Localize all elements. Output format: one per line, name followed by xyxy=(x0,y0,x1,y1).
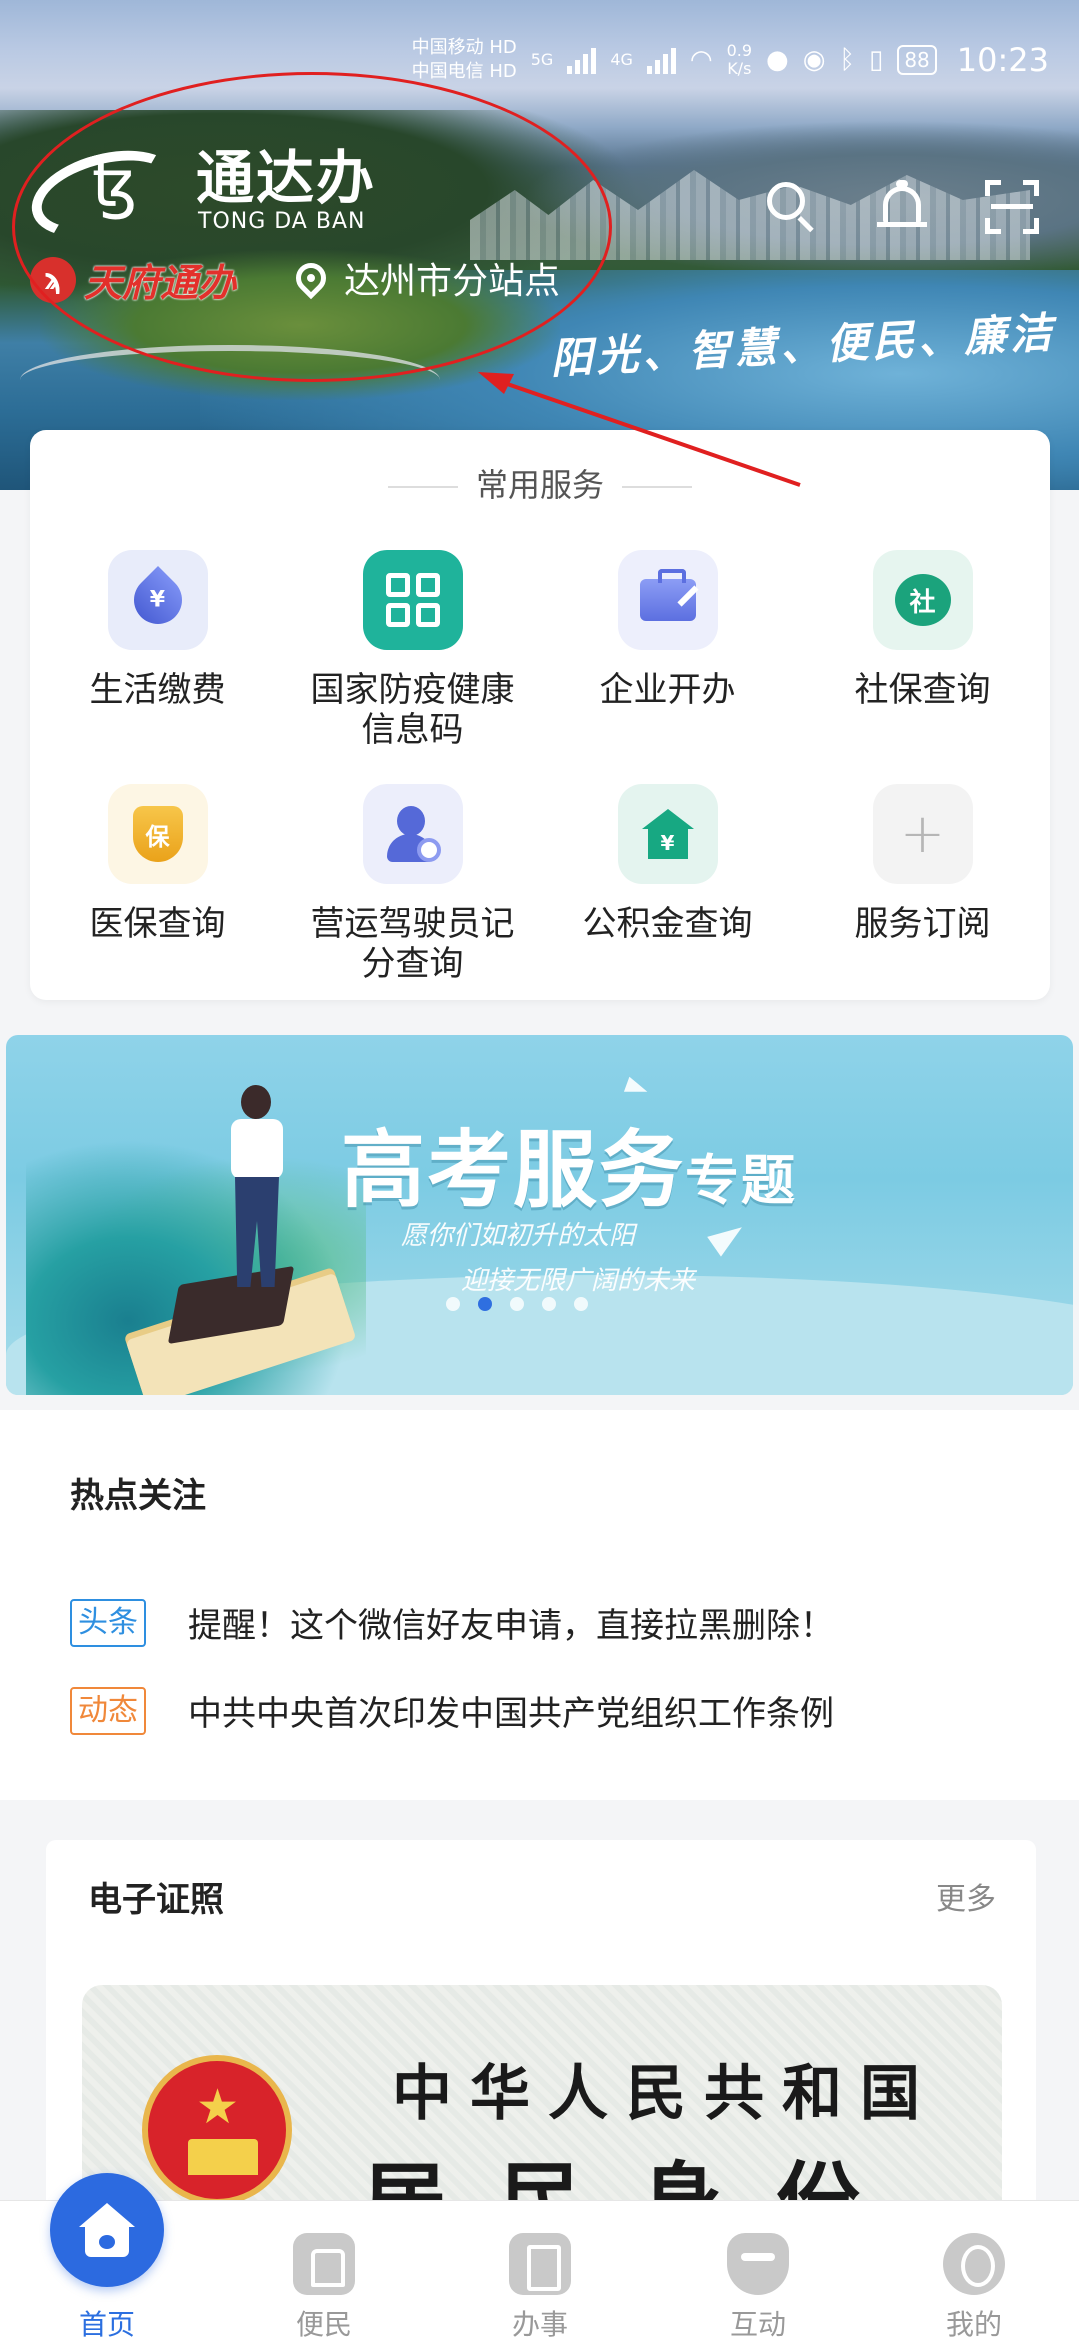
update-tag: 动态 xyxy=(70,1686,146,1735)
e-certificate-section: 电子证照 更多 ★ 中华人民共和国 居民身份证 xyxy=(46,1840,1036,2245)
status-bar: 中国移动 HD 中国电信 HD 5G 4G ◠ 0.9 K/s ● ◉ ᛒ ▯ 8… xyxy=(412,30,1049,90)
service-housing-fund[interactable]: ¥ 公积金查询 xyxy=(540,784,795,984)
student-illustration xyxy=(211,1085,301,1315)
paper-plane-icon-small xyxy=(623,1076,651,1100)
carousel-dot[interactable] xyxy=(542,1297,556,1311)
service-business-setup[interactable]: 企业开办 xyxy=(540,550,795,750)
banner-subtitle-1: 愿你们如初升的太阳 xyxy=(401,1221,636,1251)
carousel-dot-active[interactable] xyxy=(478,1297,492,1311)
scan-icon[interactable] xyxy=(985,180,1039,234)
nav-home[interactable]: 首页 xyxy=(37,2173,177,2338)
housing-fund-icon: ¥ xyxy=(617,784,718,884)
gaokao-banner[interactable]: 高考服务专题 愿你们如初升的太阳 迎接无限广阔的未来 xyxy=(6,1035,1073,1395)
convenience-icon xyxy=(293,2233,355,2295)
alarm-icon: ◉ xyxy=(802,45,826,75)
carousel-dot[interactable] xyxy=(510,1297,524,1311)
net-speed: 0.9 K/s xyxy=(726,41,753,78)
signal-icon-2 xyxy=(646,46,676,74)
service-utility-payment[interactable]: ¥ 生活缴费 xyxy=(30,550,285,750)
carousel-dot[interactable] xyxy=(446,1297,460,1311)
bluetooth-icon: ᛒ xyxy=(839,45,856,75)
nav-interaction[interactable]: 互动 xyxy=(688,2201,828,2338)
carousel-dot[interactable] xyxy=(574,1297,588,1311)
bell-icon[interactable] xyxy=(875,180,929,234)
clock: 10:23 xyxy=(956,41,1049,79)
profile-icon xyxy=(943,2233,1005,2295)
vibrate-icon: ▯ xyxy=(869,45,884,75)
annotation-ellipse xyxy=(12,72,612,382)
service-driver-points[interactable]: 营运驾驶员记分查询 xyxy=(285,784,540,984)
banner-subtitle-2: 迎接无限广阔的未来 xyxy=(461,1266,696,1296)
annotation-arrow xyxy=(478,372,801,487)
water-drop-icon: ¥ xyxy=(107,550,208,650)
signal-icon xyxy=(567,46,597,74)
service-social-security[interactable]: 社 社保查询 xyxy=(795,550,1050,750)
home-icon xyxy=(50,2173,164,2287)
carousel-dots[interactable] xyxy=(446,1297,588,1311)
battery-icon: 88 xyxy=(897,45,937,75)
common-services-card: 常用服务 ¥ 生活缴费 国家防疫健康信息码 企业开办 社 社保查询 保 医保查询… xyxy=(30,430,1050,1000)
id-card-line1: 中华人民共和国 xyxy=(392,2059,938,2129)
service-medical-insurance[interactable]: 保 医保查询 xyxy=(30,784,285,984)
social-security-icon: 社 xyxy=(872,550,973,650)
wechat-icon: ● xyxy=(766,45,789,75)
network-4g: 4G xyxy=(610,50,633,69)
headline-tag: 头条 xyxy=(70,1598,146,1647)
medical-shield-icon: 保 xyxy=(107,784,208,884)
nav-profile[interactable]: 我的 xyxy=(904,2201,1044,2338)
service-subscribe[interactable]: + 服务订阅 xyxy=(795,784,1050,984)
wifi-icon: ◠ xyxy=(689,45,713,75)
hot-topics-title: 热点关注 xyxy=(70,1476,206,1516)
news-text: 提醒！这个微信好友申请，直接拉黑删除！ xyxy=(188,1606,834,1646)
news-text: 中共中央首次印发中国共产党组织工作条例 xyxy=(188,1694,834,1734)
interaction-icon xyxy=(727,2233,789,2295)
qr-code-icon xyxy=(362,550,463,650)
e-certificate-title: 电子证照 xyxy=(88,1880,224,1920)
national-emblem-icon: ★ xyxy=(142,2055,292,2205)
search-icon[interactable] xyxy=(765,180,819,234)
nav-affairs[interactable]: 办事 xyxy=(470,2201,610,2338)
service-health-code[interactable]: 国家防疫健康信息码 xyxy=(285,550,540,750)
more-link[interactable]: 更多 xyxy=(936,1874,996,1918)
bottom-nav: 首页 便民 办事 互动 我的 xyxy=(0,2173,1079,2338)
driver-icon xyxy=(362,784,463,884)
news-item-update[interactable]: 动态 中共中央首次印发中国共产党组织工作条例 xyxy=(70,1686,834,1735)
network-5g: 5G xyxy=(530,50,554,69)
plus-icon: + xyxy=(872,784,973,884)
banner-title: 高考服务专题 xyxy=(341,1121,798,1219)
carrier-info: 中国移动 HD 中国电信 HD xyxy=(411,37,517,82)
nav-convenience[interactable]: 便民 xyxy=(254,2201,394,2338)
hot-topics: 热点关注 头条 提醒！这个微信好友申请，直接拉黑删除！ 动态 中共中央首次印发中… xyxy=(0,1410,1079,1800)
news-item-headline[interactable]: 头条 提醒！这个微信好友申请，直接拉黑删除！ xyxy=(70,1598,834,1647)
affairs-icon xyxy=(509,2233,571,2295)
briefcase-icon xyxy=(617,550,718,650)
